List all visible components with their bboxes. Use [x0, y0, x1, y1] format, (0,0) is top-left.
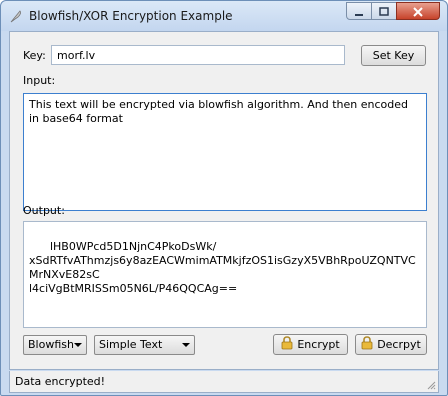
input-text: This text will be encrypted via blowfish…: [29, 98, 408, 125]
input-label: Input:: [23, 74, 56, 87]
algorithm-select[interactable]: Blowfish: [23, 335, 87, 355]
resize-grip-icon[interactable]: [426, 380, 436, 390]
set-key-button[interactable]: Set Key: [361, 45, 426, 66]
format-select[interactable]: Simple Text: [94, 335, 195, 355]
lock-icon: [281, 336, 293, 353]
title-bar[interactable]: Blowfish/XOR Encryption Example: [1, 1, 447, 31]
window-title: Blowfish/XOR Encryption Example: [29, 9, 233, 23]
encrypt-button[interactable]: Encrypt: [273, 334, 348, 355]
chevron-down-icon: [182, 343, 190, 347]
input-textarea[interactable]: This text will be encrypted via blowfish…: [23, 93, 427, 211]
encrypt-label: Encrypt: [297, 338, 340, 351]
algorithm-selected: Blowfish: [28, 338, 74, 351]
maximize-icon: [379, 7, 389, 16]
format-selected: Simple Text: [99, 338, 163, 351]
minimize-icon: [355, 14, 363, 16]
status-text: Data encrypted!: [15, 375, 106, 388]
chevron-down-icon: [74, 343, 82, 347]
output-textarea[interactable]: lHB0WPcd5D1NjnC4PkoDsWk/ xSdRTfvAThmzjs6…: [23, 221, 427, 328]
maximize-button[interactable]: [371, 2, 397, 20]
minimize-button[interactable]: [346, 2, 372, 20]
close-button[interactable]: [396, 2, 440, 20]
decrypt-button[interactable]: Decrpyt: [355, 334, 427, 355]
lock-icon: [361, 336, 373, 353]
status-bar: Data encrypted!: [9, 371, 439, 393]
feather-icon: [9, 9, 23, 23]
output-text: lHB0WPcd5D1NjnC4PkoDsWk/ xSdRTfvAThmzjs6…: [29, 240, 416, 295]
app-window: Blowfish/XOR Encryption Example Key: Set…: [0, 0, 448, 396]
client-area: Key: Set Key Input: This text will be en…: [9, 31, 439, 370]
close-icon: [413, 7, 423, 17]
key-label: Key:: [23, 49, 46, 62]
output-label: Output:: [23, 204, 65, 217]
decrypt-label: Decrpyt: [377, 338, 421, 351]
key-input[interactable]: [51, 45, 345, 65]
